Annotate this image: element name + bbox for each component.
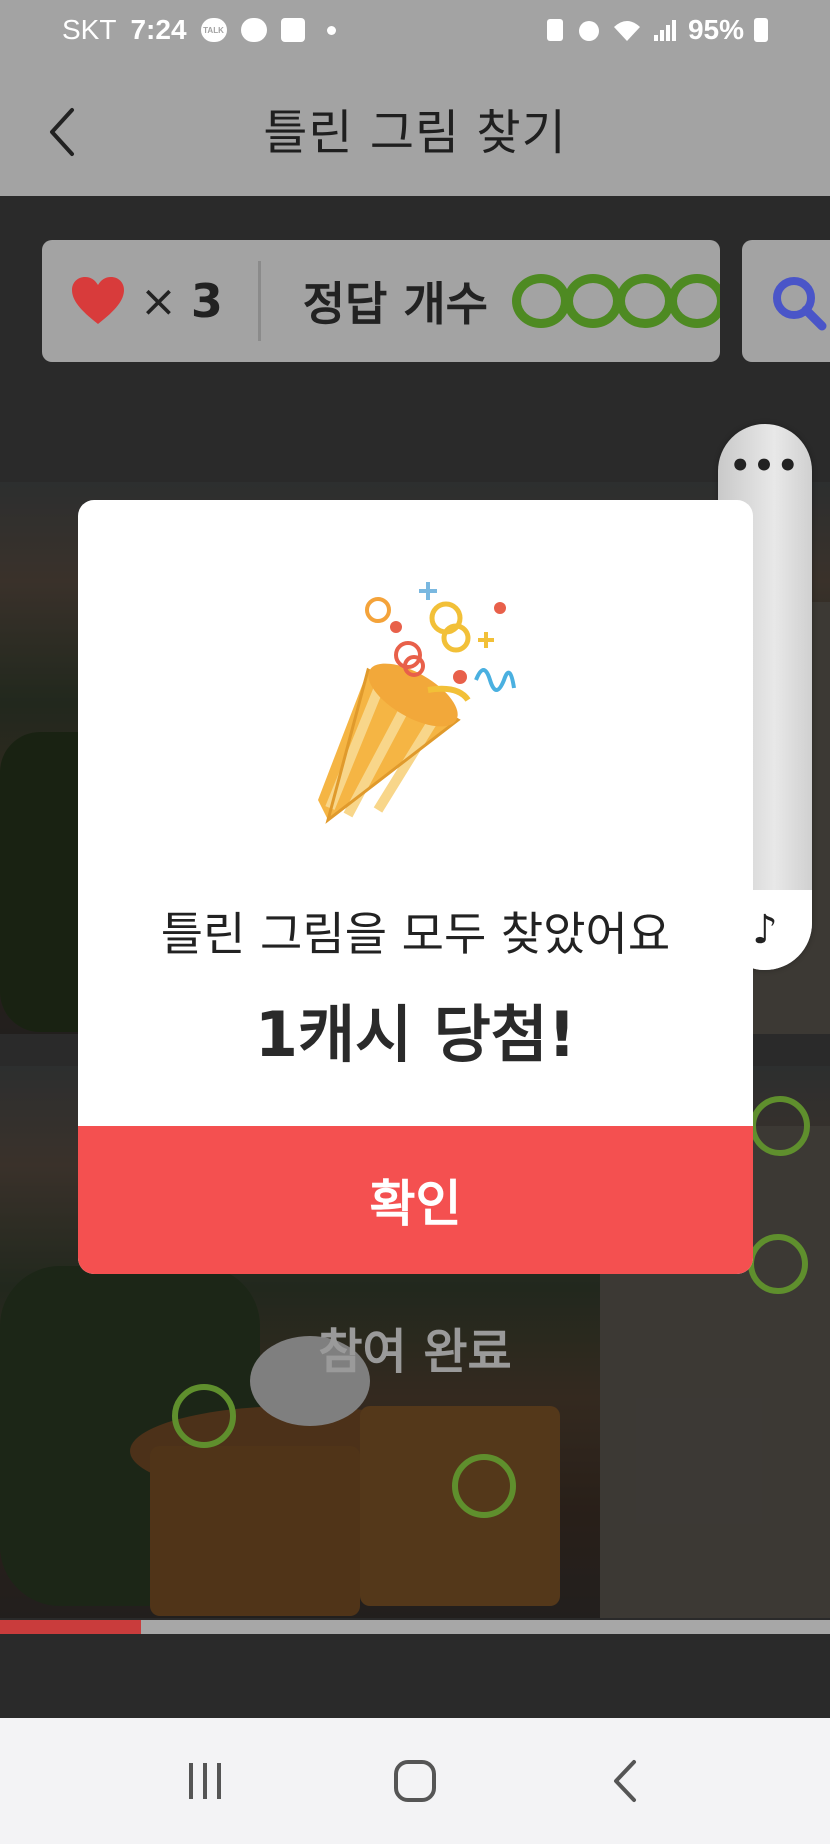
lives-multiplier: ×: [140, 275, 177, 327]
battery-percent: 95%: [687, 14, 744, 45]
wifi-icon: [613, 21, 640, 41]
status-bar: SKT 7:24 TALK 95%: [0, 0, 830, 60]
found-difference-marker: [748, 1234, 808, 1294]
recent-apps-icon: [189, 1763, 221, 1799]
carrier-name: SKT: [62, 14, 117, 45]
status-time: 7:24: [130, 14, 187, 45]
answers-display: 정답 개수: [261, 268, 720, 334]
answer-ring-2: [564, 274, 622, 328]
back-icon: [614, 1760, 636, 1802]
page-title: 틀린 그림 찾기: [263, 105, 567, 161]
answer-ring-3: [616, 274, 674, 328]
talk-icon: TALK: [200, 18, 227, 42]
answers-label: 정답 개수: [302, 277, 488, 331]
app-header: 틀린 그림 찾기: [0, 60, 830, 196]
battery-saver-icon: [546, 19, 563, 41]
modal-reward: 1캐시 당첨!: [254, 998, 577, 1071]
chat-icon: [240, 18, 267, 42]
answer-ring-4: [668, 274, 720, 328]
signal-icon: [653, 20, 676, 41]
lives-display: × 3: [42, 274, 258, 328]
time-progress-bar: [0, 1620, 830, 1634]
lives-count: 3: [190, 274, 223, 328]
answer-rings: [512, 274, 720, 328]
found-difference-marker: [452, 1454, 516, 1518]
more-icon[interactable]: •••: [718, 446, 812, 486]
gallery-icon: [280, 18, 305, 42]
bottom-spacer: [0, 1634, 830, 1718]
status-right: 95%: [544, 14, 768, 46]
system-back-button[interactable]: [580, 1736, 670, 1826]
success-modal: 틀린 그림을 모두 찾았어요 1캐시 당첨! 확인: [78, 500, 753, 1274]
system-nav-bar: [0, 1718, 830, 1844]
magnifier-icon: [773, 277, 827, 331]
status-left: SKT 7:24 TALK: [62, 14, 336, 46]
back-button[interactable]: [42, 104, 86, 160]
home-icon: [394, 1760, 436, 1802]
modal-message: 틀린 그림을 모두 찾았어요: [160, 907, 671, 961]
hint-button[interactable]: [742, 240, 830, 362]
participation-complete-label: 참여 완료: [318, 1324, 512, 1380]
alarm-icon: [578, 21, 599, 41]
answer-ring-1: [512, 274, 570, 328]
party-popper-icon: [318, 582, 516, 824]
confirm-button[interactable]: 확인: [78, 1126, 753, 1274]
notification-dot-icon: [326, 25, 336, 35]
recent-apps-button[interactable]: [160, 1736, 250, 1826]
battery-icon: [754, 18, 768, 42]
home-button[interactable]: [370, 1736, 460, 1826]
time-progress-fill: [0, 1620, 142, 1634]
game-info-card: × 3 정답 개수: [42, 240, 720, 362]
found-difference-marker: [172, 1384, 236, 1448]
found-difference-marker: [750, 1096, 810, 1156]
heart-icon: [72, 277, 124, 324]
chevron-left-icon: [50, 108, 74, 156]
